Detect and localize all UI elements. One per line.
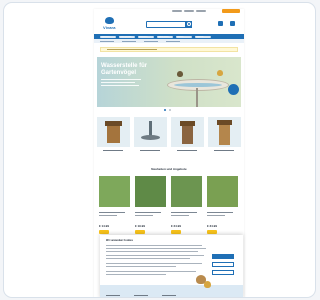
product-image [171,176,202,207]
birdbath-image [167,79,229,91]
nav-item[interactable]: Vogelfutter [100,35,116,38]
bird-image [204,281,211,288]
hero-badge [228,84,239,95]
notice-text [107,49,157,50]
category-label [177,150,197,151]
product-image [207,176,238,207]
nav-item[interactable]: Insekten [176,35,192,38]
product-subtitle [207,215,225,216]
category-label [214,150,234,151]
product-price: € 19.99 [135,224,146,228]
bird-image [177,71,183,77]
product-subtitle [135,215,153,216]
carousel-dot[interactable] [169,109,171,111]
account-icon[interactable] [218,21,223,26]
cart-icon[interactable] [230,21,235,26]
notice-banner [100,47,238,52]
carousel-dot[interactable] [164,109,166,111]
add-to-cart-button[interactable] [207,230,217,234]
utility-link[interactable] [184,10,194,12]
category-tile[interactable] [97,117,130,155]
nav-item[interactable]: Nistkästen [138,35,154,38]
category-image [97,117,130,147]
product-title [207,212,233,213]
bird-logo-icon [105,17,114,24]
cookie-title: Wir verwenden Cookies [106,239,133,242]
category-image [208,117,241,147]
deny-cookies-button[interactable] [212,262,234,267]
utility-link[interactable] [196,10,206,12]
add-to-cart-button[interactable] [135,230,145,234]
search-button[interactable] [185,21,192,28]
category-label [103,150,123,151]
product-title [99,212,125,213]
logo-text: Vivara [103,25,116,30]
usp-item [166,40,180,42]
product-subtitle [99,215,117,216]
hero-banner[interactable]: Wasserstelle für Gartenvögel [97,57,241,107]
hero-title: Wasserstelle für [101,63,148,69]
utility-link[interactable] [172,10,182,12]
usp-item [100,40,114,42]
product-title [135,212,161,213]
product-title [171,212,197,213]
utility-bar [94,9,244,13]
product-price: € 14.99 [99,224,110,228]
category-tile[interactable] [171,117,204,155]
product-image [135,176,166,207]
search-icon [187,22,191,26]
product-subtitle [171,215,189,216]
bird-image [217,70,223,76]
carousel-dots[interactable] [164,109,171,111]
accept-cookies-button[interactable] [212,254,234,259]
usp-bar [94,39,244,43]
add-to-cart-button[interactable] [99,230,109,234]
cookie-consent-dialog: Wir verwenden Cookies [100,235,243,297]
nav-item[interactable]: Futterspender [119,35,135,38]
category-tile[interactable] [134,117,167,155]
usp-item [144,40,158,42]
product-image [99,176,130,207]
usp-item [122,40,136,42]
category-tile[interactable] [208,117,241,155]
add-to-cart-button[interactable] [171,230,181,234]
product-price: € 34.99 [207,224,218,228]
hero-subtitle: Gartenvögel [101,70,137,76]
category-label [140,150,160,151]
category-image [134,117,167,147]
birdbath-stand [196,88,198,107]
site-logo[interactable]: Vivara [103,17,117,31]
utility-links[interactable] [172,10,206,12]
category-tiles [97,117,241,155]
search-input[interactable] [146,21,192,28]
category-image [171,117,204,147]
screenshot-card: Vivara Vogelfutter Futterspender Nistkäs… [3,2,316,298]
product-price: € 24.99 [171,224,182,228]
nav-item[interactable]: Vogeltränken [157,35,173,38]
nav-item[interactable]: Angebote [195,35,211,38]
utility-orange-button[interactable] [222,9,240,13]
footer-bar [100,285,243,297]
section-title: Neuheiten und Angebote [151,167,187,171]
cookie-settings-button[interactable] [212,270,234,275]
